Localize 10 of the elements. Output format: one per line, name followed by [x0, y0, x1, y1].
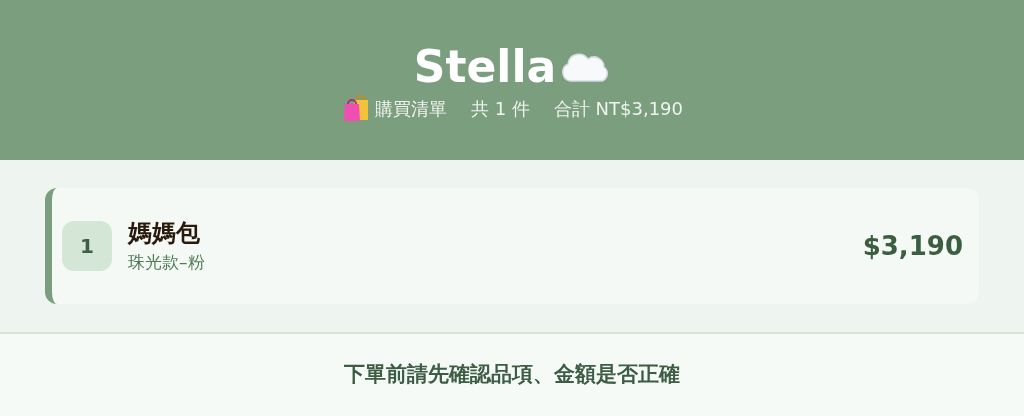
order-total: 合計 NT$3,190	[553, 96, 684, 121]
item-count: 共 1 件	[470, 96, 530, 121]
item-number: 1	[62, 221, 112, 271]
item-variant: 珠光款–粉	[128, 252, 205, 274]
item-name: 媽媽包	[128, 218, 201, 249]
header-title: Stella	[413, 45, 557, 89]
cloud-icon	[560, 51, 611, 83]
item-price: $3,190	[862, 229, 963, 263]
footer-notice: 下單前請先確認品項、金額是否正確	[344, 361, 680, 389]
list-label: 購買清單	[374, 96, 447, 121]
